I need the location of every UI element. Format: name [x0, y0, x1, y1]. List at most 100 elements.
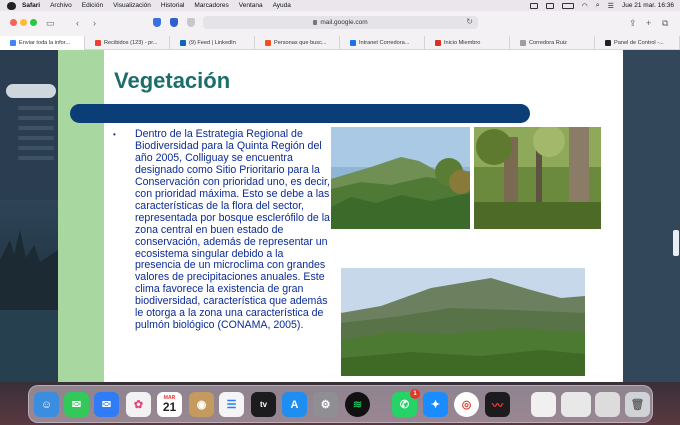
extension-icon[interactable] [170, 18, 178, 27]
bullet-icon: • [113, 130, 116, 139]
slide-body-text: Dentro de la Estrategia Regional de Biod… [135, 128, 330, 332]
whatsapp-icon[interactable]: ✆ 1 [392, 389, 420, 417]
sidebar-item[interactable] [18, 106, 54, 110]
browser-tab[interactable]: Intranet Corredora... [340, 36, 425, 50]
extension-shield-icon[interactable] [153, 18, 161, 27]
battery-icon[interactable] [561, 2, 574, 9]
menu-ventana[interactable]: Ventana [239, 2, 263, 9]
wifi-icon[interactable]: ◠ [582, 2, 588, 10]
menu-visualizacion[interactable]: Visualización [113, 2, 151, 9]
slide-title-bar [70, 104, 530, 123]
display-icon[interactable] [545, 2, 554, 9]
contacts-icon[interactable]: ◉ [189, 392, 214, 417]
tab-bar: Enviar toda la infor... Recibidos (123) -… [0, 36, 680, 50]
presentation-slide: Vegetación • Dentro de la Estrategia Reg… [58, 50, 623, 382]
window-close-button[interactable] [10, 19, 17, 26]
browser-tab[interactable]: Personas que busc... [255, 36, 340, 50]
macos-dock: ☺ ✉ ✉ ✿ MAR 21 ◉ ☰ tv A ⚙ ≋ ✆ 1 ✦ ◎ 〰 🗑 [28, 385, 653, 423]
sidebar-item[interactable] [18, 136, 54, 140]
reminders-icon[interactable]: ☰ [219, 392, 244, 417]
calendar-day: 21 [162, 400, 177, 414]
sidebar-item[interactable] [18, 156, 54, 160]
address-bar[interactable]: mail.google.com ↻ [203, 16, 478, 29]
favicon-icon [95, 40, 101, 46]
favicon-icon [265, 40, 271, 46]
control-center-icon[interactable]: ☰ [608, 2, 614, 10]
window-minimize-button[interactable] [20, 19, 27, 26]
notification-badge: 1 [410, 389, 420, 399]
search-icon[interactable]: ⌕ [596, 2, 600, 10]
forward-icon[interactable]: › [93, 18, 96, 28]
apple-menu-icon[interactable] [7, 1, 16, 10]
menu-marcadores[interactable]: Marcadores [194, 2, 228, 9]
slide-title: Vegetación [114, 68, 231, 93]
recent-window-thumbnail[interactable] [531, 392, 556, 417]
browser-tab[interactable]: Recibidos (123) - pr... [85, 36, 170, 50]
reload-icon[interactable]: ↻ [466, 17, 473, 26]
calendar-icon[interactable]: MAR 21 [157, 392, 182, 417]
menubar-clock[interactable]: Jue 21 mar. 16:36 [622, 2, 674, 9]
system-settings-icon[interactable]: ⚙ [313, 392, 338, 417]
sidebar-item[interactable] [18, 126, 54, 130]
browser-tab[interactable]: Inicio Miembro [425, 36, 510, 50]
web-content: Vegetación • Dentro de la Estrategia Reg… [0, 50, 680, 382]
tab-overview-icon[interactable]: ⧉ [662, 18, 668, 29]
recent-window-thumbnail[interactable] [561, 392, 591, 417]
screen-share-icon[interactable] [529, 2, 538, 9]
mountain-photo [331, 127, 470, 229]
favicon-icon [605, 40, 611, 46]
background-landscape [0, 200, 58, 382]
slide-accent-band [58, 50, 104, 382]
messages-icon[interactable]: ✉ [64, 392, 89, 417]
new-tab-icon[interactable]: + [646, 18, 651, 28]
tab-label: (9) Feed | LinkedIn [189, 40, 236, 46]
privacy-shield-icon[interactable] [187, 18, 195, 27]
lock-icon [313, 20, 318, 25]
recent-window-thumbnail[interactable] [595, 392, 620, 417]
favicon-icon [520, 40, 526, 46]
share-icon[interactable]: ⇪ [629, 18, 637, 29]
safari-icon[interactable]: ✦ [423, 392, 448, 417]
tab-label: Panel de Control -... [614, 40, 664, 46]
hills-photo [341, 268, 585, 376]
app-store-icon[interactable]: A [282, 392, 307, 417]
favicon-icon [180, 40, 186, 46]
tab-label: Corredora Ruiz [529, 40, 567, 46]
menu-safari[interactable]: Safari [22, 2, 40, 9]
forest-photo [474, 127, 601, 229]
menu-edicion[interactable]: Edición [82, 2, 103, 9]
apple-tv-icon[interactable]: tv [251, 392, 276, 417]
tab-label: Personas que busc... [274, 40, 327, 46]
browser-tab[interactable]: (9) Feed | LinkedIn [170, 36, 255, 50]
url-text: mail.google.com [320, 19, 368, 26]
tab-label: Inicio Miembro [444, 40, 481, 46]
macos-menubar: Safari Archivo Edición Visualización His… [0, 0, 680, 11]
gmail-right-panel [623, 50, 680, 382]
voice-memos-icon[interactable]: 〰 [485, 392, 510, 417]
favicon-icon [435, 40, 441, 46]
finder-icon[interactable]: ☺ [34, 392, 59, 417]
sidebar-item[interactable] [18, 116, 54, 120]
trash-icon[interactable]: 🗑 [625, 392, 650, 417]
sidebar-toggle-icon[interactable]: ▭ [46, 18, 55, 29]
spotify-icon[interactable]: ≋ [345, 392, 370, 417]
photos-icon[interactable]: ✿ [126, 392, 151, 417]
compose-button[interactable] [6, 84, 56, 98]
favicon-icon [10, 40, 16, 46]
browser-tab[interactable]: Panel de Control -... [595, 36, 680, 50]
chrome-icon[interactable]: ◎ [454, 392, 479, 417]
tab-label: Enviar toda la infor... [19, 40, 70, 46]
browser-tab[interactable]: Corredora Ruiz [510, 36, 595, 50]
back-icon[interactable]: ‹ [76, 18, 79, 28]
menu-archivo[interactable]: Archivo [50, 2, 72, 9]
menu-historial[interactable]: Historial [161, 2, 184, 9]
safari-toolbar: ▭ ‹ › mail.google.com ↻ ⇪ + ⧉ Enviar tod… [0, 11, 680, 50]
side-panel-toggle[interactable] [673, 230, 679, 256]
window-zoom-button[interactable] [30, 19, 37, 26]
mail-icon[interactable]: ✉ [94, 392, 119, 417]
tab-label: Recibidos (123) - pr... [104, 40, 158, 46]
landscape-image [0, 230, 58, 382]
menu-ayuda[interactable]: Ayuda [273, 2, 291, 9]
browser-tab[interactable]: Enviar toda la infor... [0, 36, 85, 50]
sidebar-item[interactable] [18, 146, 54, 150]
